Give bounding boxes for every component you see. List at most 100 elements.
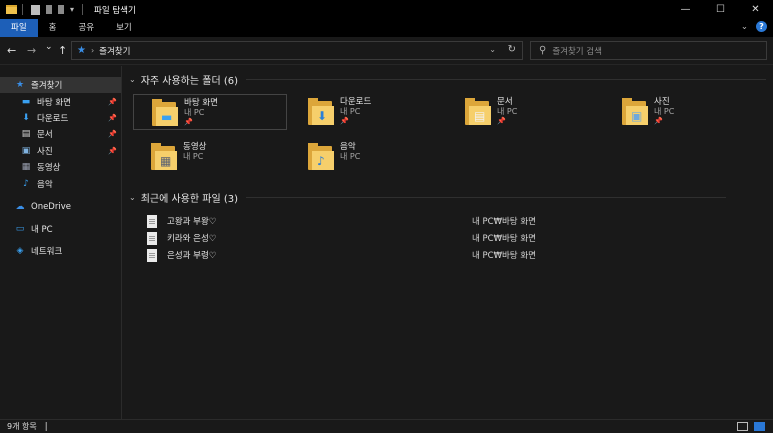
pin-icon[interactable]: 📌 bbox=[108, 130, 117, 138]
document-icon: ▤ bbox=[474, 109, 486, 123]
sidebar-item[interactable]: ▬ 바탕 화면 📌 bbox=[0, 94, 121, 110]
folder-name: 다운로드 bbox=[340, 97, 372, 107]
chevron-down-icon[interactable]: ⌄ bbox=[129, 193, 136, 202]
pin-icon[interactable]: 📌 bbox=[108, 98, 117, 106]
chevron-right-icon[interactable]: › bbox=[91, 46, 94, 55]
properties-icon[interactable] bbox=[31, 4, 40, 15]
details-view-icon[interactable] bbox=[737, 422, 748, 431]
recent-file-row[interactable]: 키라와 은성♡ 내 PC₩바탕 화면 bbox=[147, 230, 667, 246]
download-icon: ⬇ bbox=[317, 109, 328, 123]
file-name: 은성과 부령♡ bbox=[167, 251, 217, 261]
close-button[interactable]: ✕ bbox=[738, 0, 773, 19]
divider bbox=[246, 196, 727, 198]
folder-info: 바탕 화면 내 PC 📌 bbox=[184, 96, 218, 126]
help-icon[interactable]: ? bbox=[756, 21, 767, 32]
tab-home[interactable]: 홈 bbox=[38, 19, 68, 37]
window-title: 파일 탐색기 bbox=[94, 5, 136, 16]
tab-share[interactable]: 공유 bbox=[67, 19, 105, 37]
picture-icon: ▣ bbox=[631, 109, 643, 123]
pin-icon[interactable] bbox=[58, 5, 64, 14]
sidebar-item-label: 내 PC bbox=[31, 225, 53, 235]
large-icons-view-icon[interactable] bbox=[754, 422, 765, 431]
refresh-icon[interactable]: ↻ bbox=[508, 44, 516, 55]
address-text[interactable]: 즐겨찾기 bbox=[99, 45, 130, 57]
sidebar-item[interactable]: ★ 즐겨찾기 bbox=[0, 77, 121, 93]
sidebar-item[interactable]: ▦ 동영상 bbox=[0, 159, 121, 175]
sidebar-item-label: 다운로드 bbox=[37, 114, 69, 124]
pin-icon: 📌 bbox=[184, 118, 193, 126]
download-icon: ⬇ bbox=[22, 113, 30, 123]
sidebar-item-label: 음악 bbox=[37, 180, 53, 190]
recent-file-row[interactable]: 고왕과 부왕♡ 내 PC₩바탕 화면 bbox=[147, 213, 667, 229]
address-dropdown-icon[interactable]: ⌄ bbox=[489, 45, 496, 54]
recent-file-row[interactable]: 은성과 부령♡ 내 PC₩바탕 화면 bbox=[147, 247, 667, 263]
folder-tile[interactable]: ▣ 사진 내 PC 📌 bbox=[604, 94, 758, 130]
navigation-pane: ★ 즐겨찾기 ▬ 바탕 화면 📌 ⬇ 다운로드 📌 ▤ 문서 📌 ▣ 사진 📌 ▦ 동영상 ♪ 음악 ☁ OneDri… bbox=[0, 66, 122, 419]
file-path: 내 PC₩바탕 화면 bbox=[472, 234, 536, 244]
folder-tile[interactable]: ▦ 동영상 내 PC bbox=[133, 139, 287, 175]
file-name: 키라와 은성♡ bbox=[167, 234, 217, 244]
search-box[interactable]: ⚲ 즐겨찾기 검색 bbox=[530, 41, 767, 60]
back-button[interactable]: ← bbox=[7, 44, 16, 57]
recent-files-title: 최근에 사용한 파일 (3) bbox=[140, 193, 239, 205]
address-bar[interactable]: ★ › 즐겨찾기 ⌄ ↻ bbox=[71, 41, 523, 60]
sidebar-item[interactable]: ▤ 문서 📌 bbox=[0, 126, 121, 142]
folder-tile[interactable]: ♪ 음악 내 PC bbox=[290, 139, 444, 175]
folder-location: 내 PC bbox=[183, 152, 204, 161]
pin-icon[interactable]: 📌 bbox=[108, 147, 117, 155]
ribbon-tabs: 파일 홈 공유 보기 ⌄ ? bbox=[0, 19, 773, 37]
folder-tile[interactable]: ▬ 바탕 화면 내 PC 📌 bbox=[133, 94, 287, 130]
customize-toolbar-icon[interactable]: ▾ bbox=[70, 5, 74, 14]
star-icon: ★ bbox=[77, 45, 86, 56]
folder-info: 다운로드 내 PC 📌 bbox=[340, 95, 371, 125]
folder-location: 내 PC bbox=[184, 108, 205, 117]
forward-button[interactable]: → bbox=[27, 44, 36, 57]
sidebar-item[interactable]: ▣ 사진 📌 bbox=[0, 143, 121, 159]
sidebar-item[interactable]: ⬇ 다운로드 📌 bbox=[0, 110, 121, 126]
folder-info: 문서 내 PC 📌 bbox=[497, 95, 517, 125]
divider bbox=[246, 78, 767, 80]
tab-file[interactable]: 파일 bbox=[0, 19, 38, 37]
folder-name: 음악 bbox=[340, 142, 356, 152]
main-content: ⌄ 자주 사용하는 폴더 (6) ▬ 바탕 화면 내 PC 📌 ⬇ 다운로드 내 PC 📌 ▤ 문… bbox=[123, 66, 773, 419]
sidebar-item[interactable]: ☁ OneDrive bbox=[0, 199, 121, 215]
up-button[interactable]: ↑ bbox=[58, 44, 67, 57]
cloud-icon: ☁ bbox=[15, 202, 25, 212]
pin-icon: 📌 bbox=[340, 117, 349, 125]
new-folder-icon[interactable] bbox=[46, 5, 52, 14]
folder-info: 음악 내 PC bbox=[340, 140, 360, 162]
tab-view[interactable]: 보기 bbox=[105, 19, 143, 37]
file-explorer-app-icon bbox=[6, 5, 17, 14]
minimize-button[interactable]: — bbox=[668, 0, 703, 19]
folder-location: 내 PC bbox=[497, 107, 518, 116]
network-icon: ◈ bbox=[16, 246, 24, 256]
sidebar-item[interactable]: ▭ 내 PC bbox=[0, 221, 121, 237]
sidebar-item[interactable]: ♪ 음악 bbox=[0, 176, 121, 192]
chevron-down-icon[interactable]: ⌄ bbox=[741, 22, 748, 32]
folder-icon: ▤ bbox=[465, 98, 495, 126]
folder-tile[interactable]: ⬇ 다운로드 내 PC 📌 bbox=[290, 94, 444, 130]
frequent-folders-header[interactable]: ⌄ 자주 사용하는 폴더 (6) bbox=[123, 72, 767, 87]
search-placeholder[interactable]: 즐겨찾기 검색 bbox=[552, 45, 602, 57]
folder-icon: ♪ bbox=[308, 143, 338, 171]
file-path: 내 PC₩바탕 화면 bbox=[472, 251, 536, 261]
text-file-icon bbox=[147, 248, 157, 262]
sidebar-item[interactable]: ◈ 네트워크 bbox=[0, 243, 121, 259]
folder-info: 동영상 내 PC bbox=[183, 140, 206, 162]
maximize-button[interactable]: ☐ bbox=[703, 0, 738, 19]
pin-icon[interactable]: 📌 bbox=[108, 114, 117, 122]
window-controls: — ☐ ✕ bbox=[668, 0, 773, 19]
chevron-down-icon[interactable]: ⌄ bbox=[129, 75, 136, 84]
search-icon: ⚲ bbox=[539, 45, 547, 56]
recent-locations-button[interactable]: ⌄ bbox=[45, 42, 53, 52]
pin-icon: 📌 bbox=[497, 117, 506, 125]
divider bbox=[22, 4, 23, 15]
folder-name: 동영상 bbox=[183, 142, 207, 152]
folder-icon: ⬇ bbox=[308, 98, 338, 126]
recent-files-header[interactable]: ⌄ 최근에 사용한 파일 (3) bbox=[123, 190, 727, 205]
folder-tile[interactable]: ▤ 문서 내 PC 📌 bbox=[447, 94, 601, 130]
folder-name: 사진 bbox=[654, 97, 670, 107]
desktop-icon: ▬ bbox=[21, 97, 31, 107]
desktop-icon: ▬ bbox=[161, 110, 173, 124]
document-icon: ▤ bbox=[21, 129, 31, 139]
